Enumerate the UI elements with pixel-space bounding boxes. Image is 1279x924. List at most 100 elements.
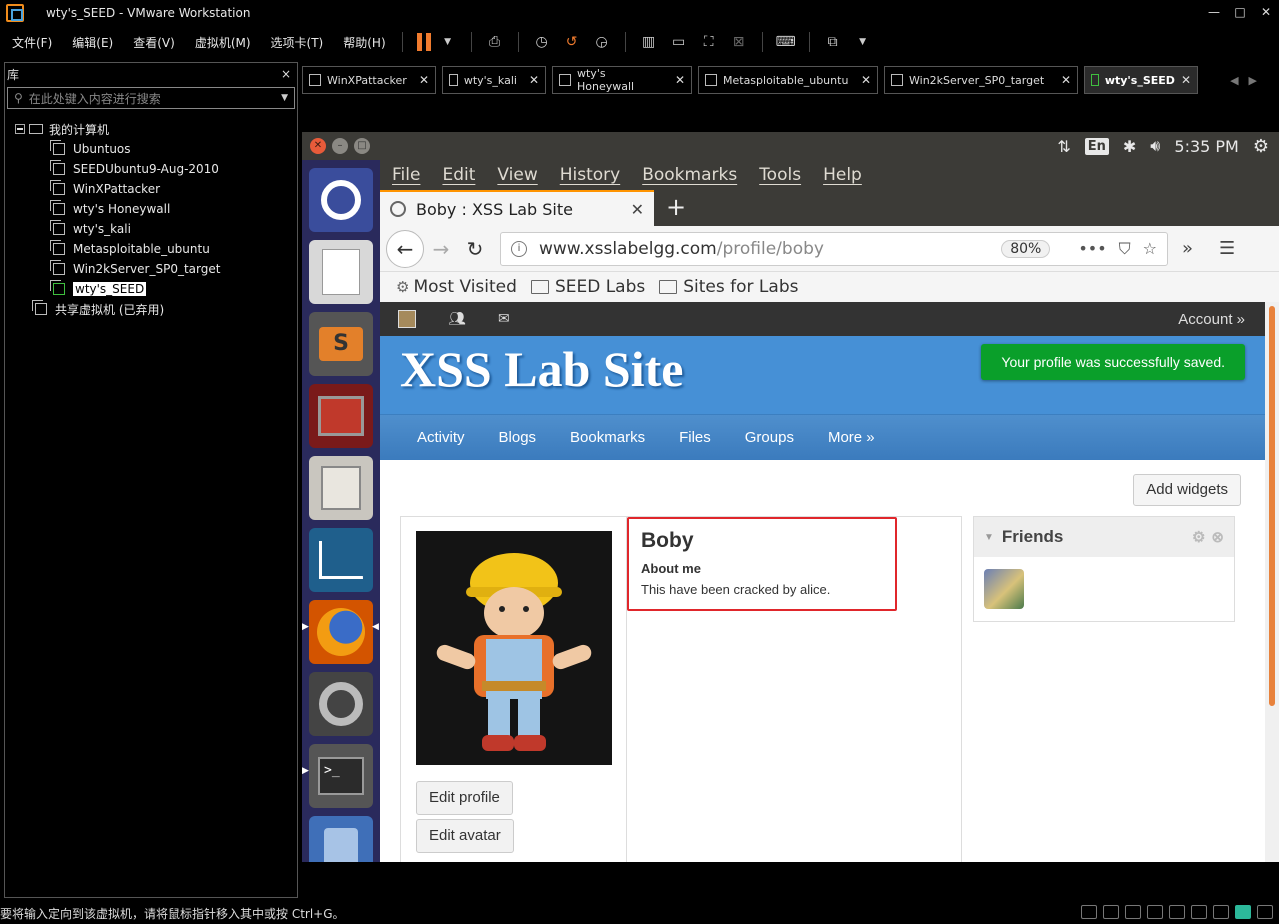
- unity-icon[interactable]: ⊠: [727, 30, 751, 54]
- library-close-button[interactable]: ×: [281, 67, 291, 81]
- reload-button-icon[interactable]: ↻: [458, 237, 492, 261]
- tree-item-vm[interactable]: wty's_kali: [5, 219, 297, 239]
- vm-tab-active[interactable]: wty's_SEED ✕: [1084, 66, 1198, 94]
- forward-button-icon[interactable]: →: [424, 237, 458, 261]
- nav-more[interactable]: More »: [828, 429, 875, 446]
- nav-activity[interactable]: Activity: [417, 429, 465, 446]
- maximize-button[interactable]: □: [1227, 0, 1253, 26]
- back-button-icon[interactable]: ←: [386, 229, 424, 268]
- ff-menu-bookmarks[interactable]: Bookmarks: [642, 165, 737, 185]
- firefox-icon[interactable]: [309, 600, 373, 664]
- vm-tab[interactable]: Metasploitable_ubuntu ✕: [698, 66, 878, 94]
- menu-vm[interactable]: 虚拟机(M): [187, 34, 259, 51]
- friends-icon[interactable]: 👥︎: [448, 311, 466, 327]
- network-icon[interactable]: ⇅: [1057, 137, 1070, 156]
- close-tab-icon[interactable]: ✕: [529, 73, 539, 87]
- hamburger-menu-icon[interactable]: ☰: [1219, 238, 1235, 259]
- zoom-indicator[interactable]: 80%: [1001, 239, 1051, 258]
- chevron-down-icon[interactable]: ▼: [281, 93, 288, 103]
- menu-help[interactable]: 帮助(H): [335, 34, 393, 51]
- menu-tabs[interactable]: 选项卡(T): [263, 34, 332, 51]
- tree-item-vm-selected[interactable]: wty's_SEED: [5, 279, 297, 299]
- menu-file[interactable]: 文件(F): [4, 34, 60, 51]
- tab-scroll-arrows-icon[interactable]: ◀▶: [1230, 74, 1267, 87]
- site-name[interactable]: XSS Lab Site: [400, 340, 683, 398]
- collapse-triangle-icon[interactable]: ▼: [984, 532, 994, 543]
- vm-tab[interactable]: wty's_kali ✕: [442, 66, 546, 94]
- widget-close-icon[interactable]: ⊗: [1211, 528, 1224, 546]
- sound-card-icon[interactable]: [1169, 905, 1185, 919]
- library-toggle-icon[interactable]: ▥: [637, 30, 661, 54]
- widget-settings-icon[interactable]: ⚙: [1192, 528, 1205, 546]
- console-view-icon[interactable]: ⌨: [774, 30, 798, 54]
- page-actions-icon[interactable]: •••: [1078, 239, 1106, 258]
- close-tab-icon[interactable]: ✕: [419, 73, 429, 87]
- text-editor-icon[interactable]: [309, 240, 373, 304]
- menu-edit[interactable]: 编辑(E): [64, 34, 121, 51]
- bookmark-sites-for-labs[interactable]: Sites for Labs: [659, 277, 798, 297]
- edit-avatar-button[interactable]: Edit avatar: [416, 819, 514, 853]
- ff-menu-edit[interactable]: Edit: [442, 165, 475, 185]
- minimize-button[interactable]: —: [1201, 0, 1227, 26]
- close-tab-icon[interactable]: ✕: [1061, 73, 1071, 87]
- ff-menu-history[interactable]: History: [560, 165, 620, 185]
- printer-icon[interactable]: [1147, 905, 1163, 919]
- pocket-icon[interactable]: ⛉: [1119, 239, 1131, 259]
- close-tab-icon[interactable]: ✕: [861, 73, 871, 87]
- browser-tab-active[interactable]: Boby : XSS Lab Site ✕: [380, 190, 654, 226]
- sublime-text-icon[interactable]: S: [309, 312, 373, 376]
- bookmark-most-visited[interactable]: ⚙ Most Visited: [396, 277, 517, 297]
- stretch-dropdown-icon[interactable]: ▼: [851, 30, 875, 54]
- close-window-button[interactable]: ✕: [1253, 0, 1279, 26]
- vm-tab[interactable]: WinXPattacker ✕: [302, 66, 436, 94]
- tree-item-vm[interactable]: Ubuntuos: [5, 139, 297, 159]
- url-bar[interactable]: i www.xsslabelgg.com /profile/boby 80% •…: [500, 231, 1168, 266]
- collapse-icon[interactable]: [15, 124, 25, 134]
- snapshot-manager-icon[interactable]: ◶: [590, 30, 614, 54]
- account-menu[interactable]: Account »: [1178, 311, 1245, 328]
- file-cabinet-icon[interactable]: [309, 456, 373, 520]
- success-notice[interactable]: Your profile was successfully saved.: [981, 344, 1245, 380]
- clock[interactable]: 5:35 PM: [1174, 137, 1238, 156]
- bluetooth-icon[interactable]: ✱: [1123, 137, 1136, 156]
- thumbnail-bar-icon[interactable]: ▭: [667, 30, 691, 54]
- settings-gear-icon[interactable]: ⚙: [1253, 136, 1269, 157]
- terminal-icon[interactable]: >_: [309, 744, 373, 808]
- close-tab-icon[interactable]: ✕: [675, 73, 685, 87]
- volume-icon[interactable]: 🔊︎: [1150, 136, 1160, 156]
- tree-item-vm[interactable]: Win2kServer_SP0_target: [5, 259, 297, 279]
- keyboard-layout-indicator[interactable]: En: [1084, 137, 1109, 155]
- edit-profile-button[interactable]: Edit profile: [416, 781, 513, 815]
- minimize-window-icon[interactable]: –: [332, 138, 348, 154]
- new-tab-icon[interactable]: +: [666, 190, 686, 226]
- bookmark-seed-labs[interactable]: SEED Labs: [530, 277, 645, 297]
- close-window-icon[interactable]: ✕: [310, 138, 326, 154]
- friend-avatar[interactable]: [984, 569, 1024, 609]
- revert-snapshot-icon[interactable]: ↺: [560, 30, 584, 54]
- guest-screen[interactable]: ✕ – □ ⇅ En ✱ 🔊︎ 5:35 PM ⚙ S ▶ ◀ ▶ >_ Fil…: [302, 132, 1279, 862]
- tree-item-vm[interactable]: WinXPattacker: [5, 179, 297, 199]
- ff-menu-file[interactable]: File: [392, 165, 420, 185]
- add-widgets-button[interactable]: Add widgets: [1133, 474, 1241, 506]
- system-settings-icon[interactable]: [309, 672, 373, 736]
- scrollbar-thumb[interactable]: [1269, 306, 1275, 706]
- display-icon[interactable]: [1213, 905, 1229, 919]
- vm-status-icon[interactable]: [1235, 905, 1251, 919]
- menu-view[interactable]: 查看(V): [125, 34, 183, 51]
- messages-envelope-icon[interactable]: ✉: [498, 311, 516, 327]
- vm-tab[interactable]: wty's Honeywall ✕: [552, 66, 692, 94]
- fullscreen-icon[interactable]: ⛶: [697, 30, 721, 54]
- library-search-input[interactable]: ⚲ 在此处键入内容进行搜索 ▼: [7, 87, 295, 109]
- pause-vm-icon[interactable]: [416, 33, 433, 51]
- snapshot-icon[interactable]: ◷: [530, 30, 554, 54]
- maximize-window-icon[interactable]: □: [354, 138, 370, 154]
- ff-menu-tools[interactable]: Tools: [759, 165, 801, 185]
- ff-menu-view[interactable]: View: [497, 165, 537, 185]
- vm-tab[interactable]: Win2kServer_SP0_target ✕: [884, 66, 1078, 94]
- nav-bookmarks[interactable]: Bookmarks: [570, 429, 645, 446]
- hard-disk-icon[interactable]: [1081, 905, 1097, 919]
- send-ctrl-alt-del-icon[interactable]: ⎙: [483, 30, 507, 54]
- wireshark-icon[interactable]: [309, 528, 373, 592]
- tree-item-vm[interactable]: Metasploitable_ubuntu: [5, 239, 297, 259]
- nav-files[interactable]: Files: [679, 429, 711, 446]
